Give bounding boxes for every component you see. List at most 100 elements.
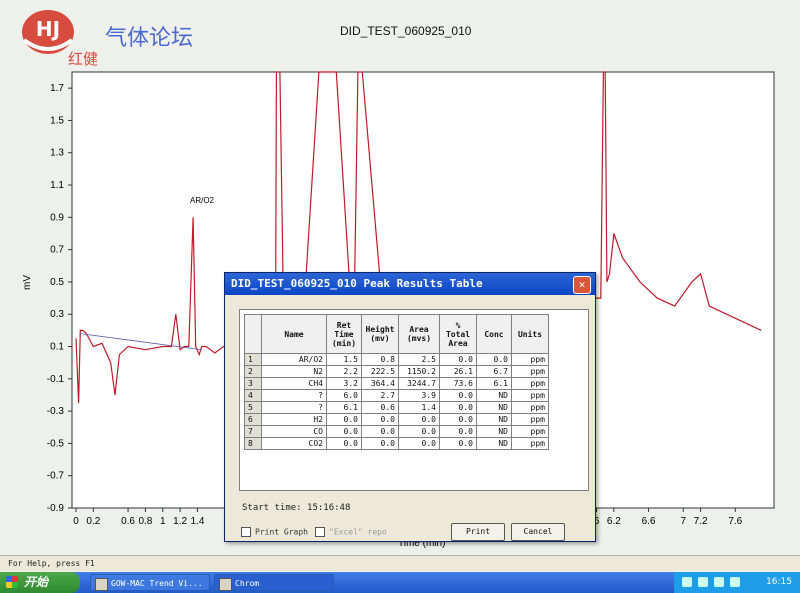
tray-security-icon[interactable] bbox=[714, 577, 724, 587]
cell-units: ppm bbox=[511, 401, 549, 414]
cell-height: 0.6 bbox=[361, 401, 399, 414]
tray-volume-icon[interactable] bbox=[698, 577, 708, 587]
checkbox-box[interactable] bbox=[241, 527, 251, 537]
table-row[interactable]: 5? 6.1 0.6 1.4 0.0 ND ppm bbox=[244, 401, 549, 414]
cell-name: CH4 bbox=[261, 377, 327, 390]
y-tick-label: -0.3 bbox=[47, 406, 65, 417]
tray-app-icon[interactable] bbox=[730, 577, 740, 587]
y-axis: 1.7 1.5 1.3 1.1 0.9 0.7 0.5 0.3 0.1 -0.1 -0.3 -0.5 -… bbox=[47, 83, 72, 514]
peak-label-ar-o2: AR/O2 bbox=[190, 196, 215, 205]
tray-network-icon[interactable] bbox=[682, 577, 692, 587]
cell-units: ppm bbox=[511, 413, 549, 426]
cell-pct: 0.0 bbox=[439, 413, 477, 426]
col-units[interactable]: Units bbox=[511, 314, 549, 354]
cell-name: N2 bbox=[261, 365, 327, 378]
y-tick-label: 0.7 bbox=[50, 245, 64, 256]
cell-height: 0.8 bbox=[361, 353, 399, 366]
dialog-titlebar[interactable]: DID_TEST_060925_010 Peak Results Table ✕ bbox=[225, 273, 595, 295]
table-row[interactable]: 3 CH4 3.2 364.4 3244.7 73.6 6.1 ppm bbox=[244, 377, 549, 390]
taskbar-item-gow-mac[interactable]: GOW-MAC Trend Vi... bbox=[90, 574, 210, 591]
x-tick-label: 0 bbox=[73, 516, 79, 527]
cell-ret: 3.2 bbox=[326, 377, 362, 390]
cell-area: 0.0 bbox=[398, 425, 440, 438]
cell-area: 3244.7 bbox=[398, 377, 440, 390]
close-button[interactable]: ✕ bbox=[573, 276, 591, 294]
cancel-button[interactable]: Cancel bbox=[511, 523, 565, 541]
app-icon bbox=[219, 578, 232, 591]
cell-units: ppm bbox=[511, 377, 549, 390]
cell-idx: 1 bbox=[244, 353, 262, 366]
cell-area: 1.4 bbox=[398, 401, 440, 414]
start-button[interactable]: 开始 bbox=[0, 572, 80, 593]
taskbar-item-chrom[interactable]: Chrom bbox=[214, 574, 334, 591]
cell-conc: ND bbox=[476, 425, 512, 438]
taskbar-item-label: Chrom bbox=[235, 579, 260, 588]
cell-units: ppm bbox=[511, 425, 549, 438]
start-time: Start time: 15:16:48 bbox=[242, 503, 351, 513]
taskbar: 开始 GOW-MAC Trend Vi... Chrom 16:15 bbox=[0, 572, 800, 593]
excel-report-checkbox[interactable]: "Excel" repo bbox=[315, 527, 387, 537]
cell-conc: ND bbox=[476, 437, 512, 450]
y-tick-label: 1.7 bbox=[50, 83, 64, 94]
cell-conc: ND bbox=[476, 401, 512, 414]
cell-pct: 73.6 bbox=[439, 377, 477, 390]
cell-conc: 6.7 bbox=[476, 365, 512, 378]
cell-pct: 0.0 bbox=[439, 389, 477, 402]
cell-name: AR/O2 bbox=[261, 353, 327, 366]
print-graph-label: Print Graph bbox=[255, 527, 308, 537]
cell-height: 0.0 bbox=[361, 425, 399, 438]
col-ret-time[interactable]: Ret Time (min) bbox=[326, 314, 362, 354]
table-row[interactable]: 7 CO 0.0 0.0 0.0 0.0 ND ppm bbox=[244, 425, 549, 438]
cell-idx: 2 bbox=[244, 365, 262, 378]
col-conc[interactable]: Conc bbox=[476, 314, 512, 354]
cell-idx: 7 bbox=[244, 425, 262, 438]
x-tick-label: 1.4 bbox=[190, 516, 204, 527]
cell-name: H2 bbox=[261, 413, 327, 426]
cell-pct: 0.0 bbox=[439, 401, 477, 414]
col-name[interactable]: Name bbox=[261, 314, 327, 354]
start-label: 开始 bbox=[24, 575, 49, 589]
cell-ret: 6.0 bbox=[326, 389, 362, 402]
table-row[interactable]: 1 AR/O2 1.5 0.8 2.5 0.0 0.0 ppm bbox=[244, 353, 549, 366]
y-tick-label: 0.3 bbox=[50, 309, 64, 320]
x-tick-label: 7.6 bbox=[728, 516, 742, 527]
cell-name: ? bbox=[261, 389, 327, 402]
y-tick-label: -0.1 bbox=[47, 374, 65, 385]
checkbox-box[interactable] bbox=[315, 527, 325, 537]
cell-units: ppm bbox=[511, 365, 549, 378]
col-pct-total-area[interactable]: % Total Area bbox=[439, 314, 477, 354]
col-area[interactable]: Area (mvs) bbox=[398, 314, 440, 354]
col-height[interactable]: Height (mv) bbox=[361, 314, 399, 354]
table-header-row: Name Ret Time (min) Height (mv) Area (mv… bbox=[244, 314, 549, 354]
system-tray: 16:15 bbox=[674, 572, 800, 593]
y-tick-label: -0.7 bbox=[47, 471, 65, 482]
cell-units: ppm bbox=[511, 389, 549, 402]
x-tick-label: 0.2 bbox=[86, 516, 100, 527]
cell-idx: 6 bbox=[244, 413, 262, 426]
cell-pct: 0.0 bbox=[439, 425, 477, 438]
cell-ret: 0.0 bbox=[326, 413, 362, 426]
table-row[interactable]: 2 N2 2.2 222.5 1150.2 26.1 6.7 ppm bbox=[244, 365, 549, 378]
print-graph-checkbox[interactable]: Print Graph bbox=[241, 527, 308, 537]
cell-idx: 4 bbox=[244, 389, 262, 402]
dialog-title: DID_TEST_060925_010 Peak Results Table bbox=[231, 277, 483, 290]
cell-pct: 0.0 bbox=[439, 353, 477, 366]
cell-pct: 26.1 bbox=[439, 365, 477, 378]
cell-area: 0.0 bbox=[398, 413, 440, 426]
print-button[interactable]: Print bbox=[451, 523, 505, 541]
table-row[interactable]: 4? 6.0 2.7 3.9 0.0 ND ppm bbox=[244, 389, 549, 402]
corner-cell bbox=[244, 314, 262, 354]
cell-area: 2.5 bbox=[398, 353, 440, 366]
x-tick-label: 1 bbox=[160, 516, 166, 527]
cell-name: ? bbox=[261, 401, 327, 414]
table-row[interactable]: 8 CO2 0.0 0.0 0.0 0.0 ND ppm bbox=[244, 437, 549, 450]
y-tick-label: -0.5 bbox=[47, 438, 65, 449]
windows-flag-icon bbox=[6, 576, 18, 588]
cell-idx: 3 bbox=[244, 377, 262, 390]
cell-units: ppm bbox=[511, 353, 549, 366]
cell-area: 0.0 bbox=[398, 437, 440, 450]
taskbar-item-label: GOW-MAC Trend Vi... bbox=[111, 579, 203, 588]
y-tick-label: -0.9 bbox=[47, 503, 65, 514]
y-tick-label: 1.5 bbox=[50, 115, 64, 126]
table-row[interactable]: 6 H2 0.0 0.0 0.0 0.0 ND ppm bbox=[244, 413, 549, 426]
